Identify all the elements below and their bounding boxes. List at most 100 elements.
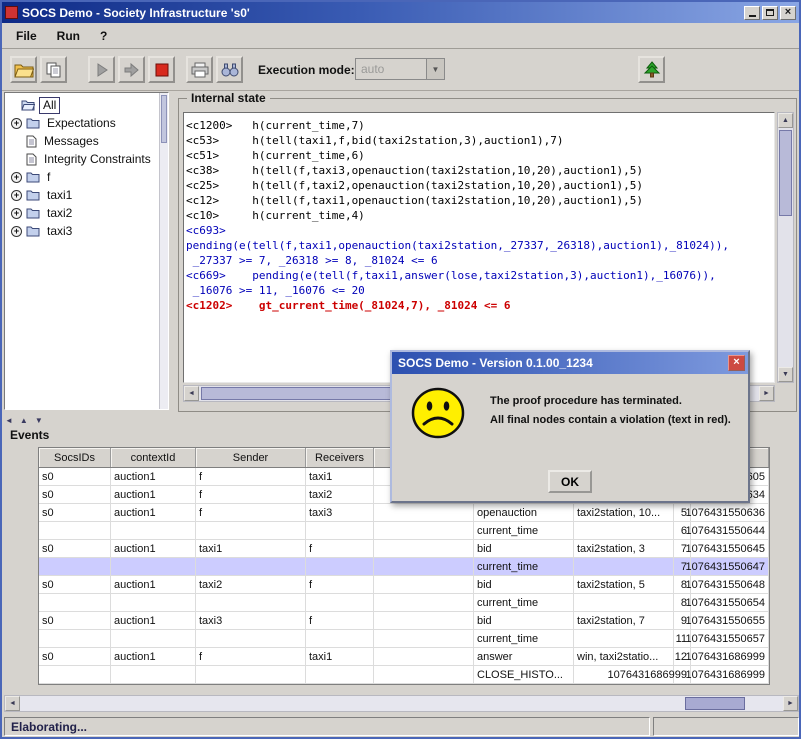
table-cell[interactable] <box>306 594 374 612</box>
table-cell[interactable]: taxi3 <box>196 612 306 630</box>
table-cell[interactable] <box>374 630 474 648</box>
tree-item-label[interactable]: All <box>39 97 60 114</box>
table-cell[interactable]: 1076431550645 <box>691 540 769 558</box>
expand-toggle-icon[interactable]: + <box>11 172 22 183</box>
table-cell[interactable]: taxi1 <box>306 468 374 486</box>
table-cell[interactable] <box>574 522 674 540</box>
table-cell[interactable]: taxi2station, 7 <box>574 612 674 630</box>
table-cell[interactable]: s0 <box>39 648 111 666</box>
column-header-Sender[interactable]: Sender <box>196 448 306 467</box>
table-cell[interactable]: 1076431550644 <box>691 522 769 540</box>
options-button[interactable] <box>216 56 243 83</box>
table-cell[interactable] <box>306 522 374 540</box>
scrollbar-thumb[interactable] <box>685 697 745 710</box>
table-cell[interactable] <box>196 666 306 684</box>
scroll-left-icon[interactable]: ◄ <box>184 386 199 401</box>
table-cell[interactable]: CLOSE_HISTO... <box>474 666 574 684</box>
table-cell[interactable]: f <box>196 504 306 522</box>
tree-item-label[interactable]: f <box>44 170 53 185</box>
table-cell[interactable]: answer <box>474 648 574 666</box>
table-cell[interactable] <box>39 666 111 684</box>
table-cell[interactable]: taxi2station, 3 <box>574 540 674 558</box>
table-cell[interactable] <box>574 558 674 576</box>
table-row[interactable]: current_time61076431550644 <box>39 522 769 540</box>
table-cell[interactable]: auction1 <box>111 576 196 594</box>
tree-item-label[interactable]: Integrity Constraints <box>41 152 154 167</box>
tree-item-label[interactable]: Expectations <box>44 116 119 131</box>
table-cell[interactable]: s0 <box>39 612 111 630</box>
minimize-button[interactable] <box>744 6 760 20</box>
table-cell[interactable]: 1076431550648 <box>691 576 769 594</box>
table-cell[interactable]: auction1 <box>111 540 196 558</box>
table-cell[interactable] <box>306 558 374 576</box>
stop-button[interactable] <box>148 56 175 83</box>
table-cell[interactable]: f <box>306 576 374 594</box>
table-cell[interactable]: 1076431550647 <box>691 558 769 576</box>
column-header-contextId[interactable]: contextId <box>111 448 196 467</box>
table-cell[interactable]: s0 <box>39 540 111 558</box>
tree-item-expectations[interactable]: +Expectations <box>5 114 168 132</box>
table-cell[interactable]: bid <box>474 540 574 558</box>
scroll-left-icon[interactable]: ◄ <box>5 696 20 711</box>
table-cell[interactable] <box>196 522 306 540</box>
table-cell[interactable] <box>374 576 474 594</box>
tree-item-label[interactable]: taxi3 <box>44 224 75 239</box>
table-cell[interactable]: f <box>196 648 306 666</box>
tree-item-label[interactable]: Messages <box>41 134 102 149</box>
table-cell[interactable]: 1076431550636 <box>691 504 769 522</box>
table-cell[interactable]: auction1 <box>111 486 196 504</box>
events-horizontal-scrollbar[interactable]: ◄ ► <box>4 695 799 712</box>
table-cell[interactable]: taxi2station, 10... <box>574 504 674 522</box>
table-cell[interactable] <box>39 594 111 612</box>
tree-item-all[interactable]: All <box>5 96 168 114</box>
table-cell[interactable] <box>111 594 196 612</box>
table-cell[interactable]: 1076431550655 <box>691 612 769 630</box>
table-cell[interactable] <box>306 630 374 648</box>
table-cell[interactable]: f <box>306 540 374 558</box>
table-cell[interactable]: s0 <box>39 576 111 594</box>
menu-help[interactable]: ? <box>90 26 117 46</box>
expand-toggle-icon[interactable]: + <box>11 190 22 201</box>
split-collapse-up-icon[interactable]: ▲ <box>20 416 28 425</box>
table-cell[interactable] <box>39 630 111 648</box>
expand-toggle-icon[interactable]: + <box>11 226 22 237</box>
tree-vertical-scrollbar[interactable] <box>159 93 168 409</box>
table-cell[interactable] <box>374 666 474 684</box>
table-cell[interactable]: openauction <box>474 504 574 522</box>
tree-item-label[interactable]: taxi1 <box>44 188 75 203</box>
maximize-button[interactable] <box>762 6 778 20</box>
table-cell[interactable]: auction1 <box>111 504 196 522</box>
table-cell[interactable] <box>111 630 196 648</box>
table-cell[interactable]: win, taxi2statio... <box>574 648 674 666</box>
table-cell[interactable] <box>196 558 306 576</box>
table-cell[interactable]: current_time <box>474 522 574 540</box>
table-row[interactable]: s0auction1ftaxi3openauctiontaxi2station,… <box>39 504 769 522</box>
table-cell[interactable] <box>374 522 474 540</box>
table-cell[interactable]: taxi3 <box>306 504 374 522</box>
table-cell[interactable]: auction1 <box>111 648 196 666</box>
table-cell[interactable] <box>39 558 111 576</box>
table-cell[interactable]: taxi2station, 5 <box>574 576 674 594</box>
table-cell[interactable]: current_time <box>474 630 574 648</box>
table-cell[interactable]: bid <box>474 612 574 630</box>
table-row[interactable]: current_time71076431550647 <box>39 558 769 576</box>
table-cell[interactable] <box>196 630 306 648</box>
table-row[interactable]: CLOSE_HISTO...10764316869991076431686999 <box>39 666 769 684</box>
table-row[interactable]: s0auction1taxi2fbidtaxi2station, 5810764… <box>39 576 769 594</box>
table-cell[interactable]: taxi1 <box>196 540 306 558</box>
table-cell[interactable] <box>374 648 474 666</box>
tree-item-f[interactable]: +f <box>5 168 168 186</box>
open-button[interactable] <box>10 56 37 83</box>
tree-item-messages[interactable]: Messages <box>5 132 168 150</box>
column-header-SocsIDs[interactable]: SocsIDs <box>39 448 111 467</box>
internal-state-textarea[interactable]: <c1200> h(current_time,7)<c53> h(tell(ta… <box>183 112 775 383</box>
table-cell[interactable] <box>374 612 474 630</box>
split-collapse-down-icon[interactable]: ▼ <box>35 416 43 425</box>
table-cell[interactable]: f <box>306 612 374 630</box>
menu-run[interactable]: Run <box>47 26 90 46</box>
tree-item-taxi1[interactable]: + taxi1 <box>5 186 168 204</box>
dialog-close-button[interactable]: × <box>728 355 745 371</box>
column-header-Receivers[interactable]: Receivers <box>306 448 374 467</box>
table-row[interactable]: s0auction1taxi3fbidtaxi2station, 7910764… <box>39 612 769 630</box>
table-cell[interactable] <box>39 522 111 540</box>
